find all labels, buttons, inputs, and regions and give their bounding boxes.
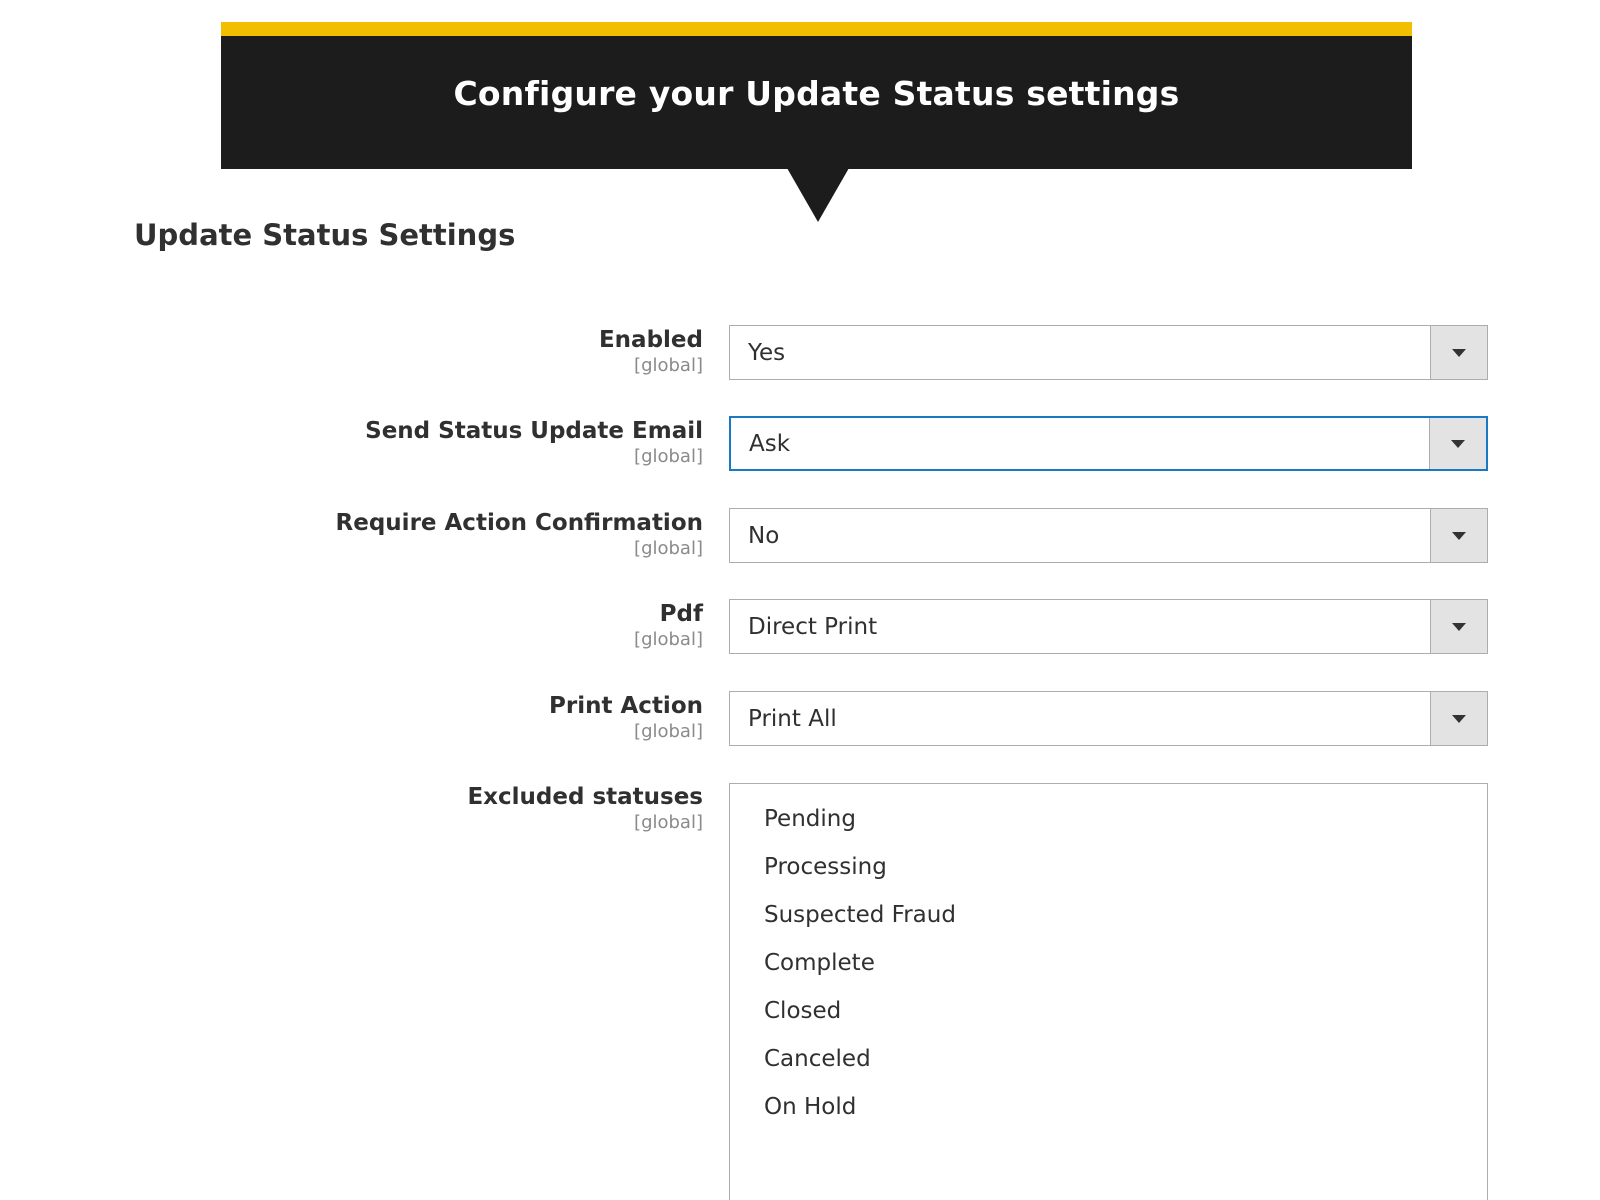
pdf-select[interactable]: Direct Print (729, 599, 1488, 654)
chevron-down-icon (1452, 714, 1466, 723)
banner: Configure your Update Status settings (221, 22, 1412, 169)
status-option-canceled[interactable]: Canceled (730, 1035, 1487, 1083)
field-label: Pdf (659, 601, 703, 627)
excluded-statuses-multiselect[interactable]: Pending Processing Suspected Fraud Compl… (729, 783, 1488, 1200)
status-option-processing[interactable]: Processing (730, 843, 1487, 891)
field-label: Send Status Update Email (365, 418, 703, 444)
status-option-suspected-fraud[interactable]: Suspected Fraud (730, 891, 1487, 939)
banner-title: Configure your Update Status settings (453, 74, 1180, 113)
field-label-block: Pdf [global] (634, 599, 703, 651)
chevron-down-icon (1452, 348, 1466, 357)
field-label-block: Print Action [global] (549, 691, 703, 743)
field-scope: [global] (634, 721, 703, 742)
field-scope: [global] (634, 355, 703, 376)
chevron-down-icon (1452, 622, 1466, 631)
field-scope: [global] (634, 629, 703, 650)
chevron-down-icon (1451, 439, 1465, 448)
send-status-email-select[interactable]: Ask (729, 416, 1488, 471)
field-label: Enabled (598, 327, 703, 353)
dropdown-toggle[interactable] (1430, 692, 1487, 745)
status-option-closed[interactable]: Closed (730, 987, 1487, 1035)
field-label: Excluded statuses (467, 784, 703, 810)
field-scope: [global] (634, 446, 703, 467)
status-option-pending[interactable]: Pending (730, 795, 1487, 843)
enabled-select[interactable]: Yes (729, 325, 1488, 380)
config-page: Configure your Update Status settings Up… (0, 0, 1600, 1200)
field-label-block: Send Status Update Email [global] (365, 416, 703, 468)
field-label-block: Enabled [global] (599, 325, 703, 377)
select-value: Print All (748, 705, 837, 732)
chevron-down-icon (1452, 531, 1466, 540)
field-scope: [global] (634, 538, 703, 559)
select-value: Yes (748, 339, 786, 366)
require-confirmation-select[interactable]: No (729, 508, 1488, 563)
dropdown-toggle[interactable] (1430, 600, 1487, 653)
status-option-on-hold[interactable]: On Hold (730, 1083, 1487, 1131)
select-value: No (748, 522, 780, 549)
field-label-block: Excluded statuses [global] (467, 782, 703, 834)
section-title: Update Status Settings (134, 218, 516, 252)
field-scope: [global] (634, 812, 703, 833)
dropdown-toggle[interactable] (1429, 418, 1486, 469)
dropdown-toggle[interactable] (1430, 326, 1487, 379)
select-value: Ask (749, 430, 791, 457)
field-label: Print Action (549, 693, 703, 719)
select-value: Direct Print (748, 613, 878, 640)
field-label: Require Action Confirmation (335, 510, 703, 536)
status-option-complete[interactable]: Complete (730, 939, 1487, 987)
print-action-select[interactable]: Print All (729, 691, 1488, 746)
field-label-block: Require Action Confirmation [global] (336, 508, 703, 560)
banner-pointer (787, 168, 849, 222)
dropdown-toggle[interactable] (1430, 509, 1487, 562)
status-option-list: Pending Processing Suspected Fraud Compl… (730, 784, 1487, 1131)
